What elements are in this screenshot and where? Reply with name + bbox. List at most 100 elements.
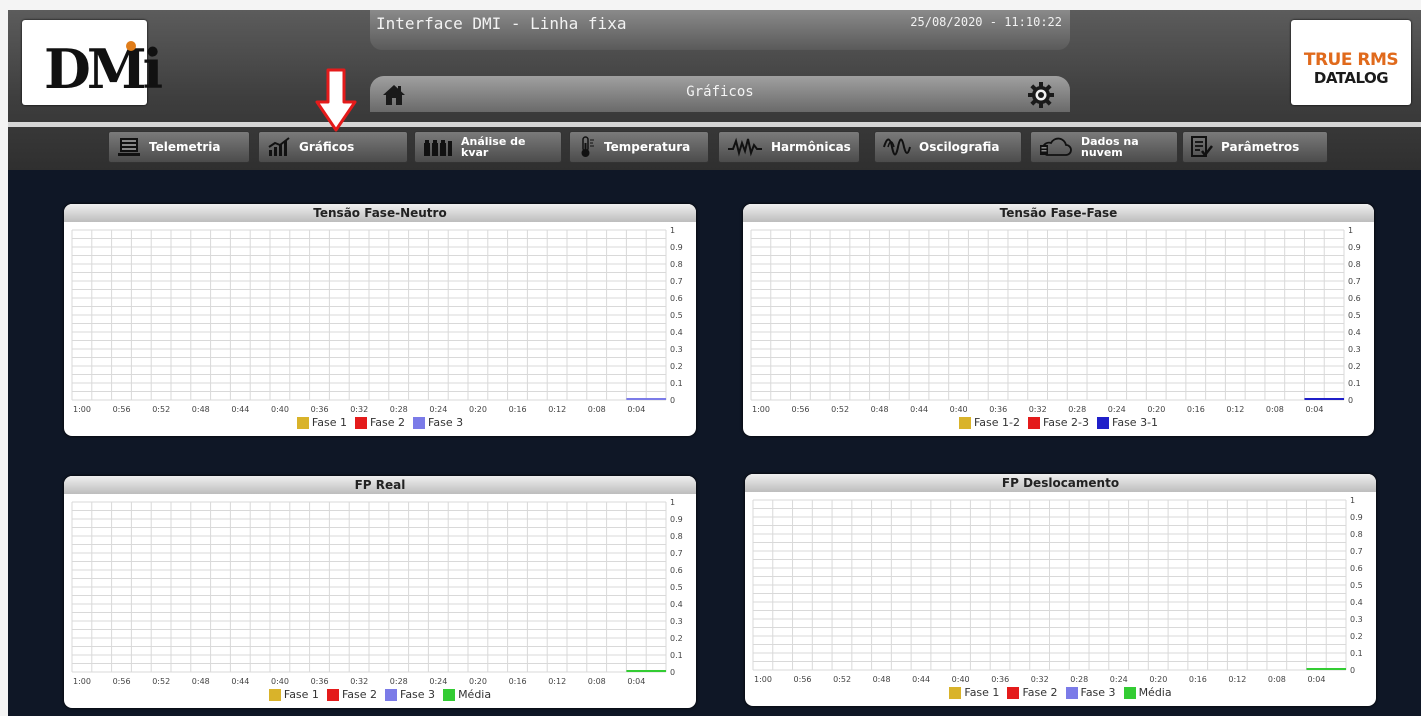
x-tick-label: 1:00	[73, 405, 91, 414]
x-tick-label: 0:28	[390, 405, 408, 414]
legend-swatch	[1007, 686, 1020, 699]
legend-item[interactable]: Média	[443, 688, 491, 701]
x-tick-label: 0:20	[469, 405, 487, 414]
legend-label: Fase 1	[311, 416, 347, 429]
y-tick-label: 0.8	[670, 260, 683, 269]
x-tick-label: 1:00	[73, 677, 91, 686]
chart-plot: 1 0.9 0.8 0.7 0.6 0.5 0.4 0.3 0.2 0.1 0 1:00 0:56 0:5…	[750, 226, 1361, 414]
chart-plot: 1 0.9 0.8 0.7 0.6 0.5 0.4 0.3 0.2 0.1 0 1:00 0:56 0:5…	[752, 496, 1363, 684]
oscillography-wave-icon	[883, 138, 911, 156]
x-tick-label: 0:56	[792, 405, 810, 414]
y-tick-label: 0.7	[1350, 547, 1363, 556]
harmonic-wave-icon	[728, 137, 762, 157]
x-tick-label: 0:52	[152, 677, 170, 686]
nav-dados-nuvem-button[interactable]: Dados na nuvem	[1030, 131, 1178, 163]
x-tick-label: 0:32	[1029, 405, 1047, 414]
down-arrow-indicator-icon	[315, 68, 357, 132]
nav-label: Parâmetros	[1221, 140, 1300, 154]
y-tick-label: 0	[1348, 396, 1353, 405]
y-tick-label: 0.8	[670, 532, 683, 541]
server-rack-icon	[118, 138, 140, 156]
y-tick-label: 0.7	[1348, 277, 1361, 286]
legend-swatch	[354, 416, 367, 429]
legend-label: Fase 3	[428, 416, 464, 429]
legend-item[interactable]: Fase 3-1	[1097, 416, 1158, 429]
page-title-bar: Gráficos	[370, 76, 1070, 112]
x-tick-label: 0:56	[113, 405, 131, 414]
legend-item[interactable]: Fase 2	[354, 416, 405, 429]
x-tick-label: 0:04	[627, 677, 645, 686]
legend-item[interactable]: Fase 1	[949, 686, 999, 699]
y-tick-label: 0.8	[1348, 260, 1361, 269]
chart-legend: Fase 1 Fase 2 Fase 3	[64, 416, 696, 429]
app-title: Interface DMI - Linha fixa	[376, 14, 627, 33]
x-tick-label: 0:40	[271, 405, 289, 414]
y-tick-label: 0.6	[670, 294, 683, 303]
y-tick-label: 0.5	[670, 311, 683, 320]
legend-item[interactable]: Fase 3	[385, 688, 435, 701]
nav-label: Oscilografia	[919, 140, 1000, 154]
legend-item[interactable]: Fase 2-3	[1027, 416, 1089, 429]
nav-harmonicas-button[interactable]: Harmônicas	[718, 131, 860, 163]
legend-label: Fase 1-2	[973, 416, 1020, 429]
legend-item[interactable]: Fase 1	[268, 688, 319, 701]
legend-label: Fase 2	[1022, 686, 1058, 699]
y-tick-label: 0.8	[1350, 530, 1363, 539]
y-tick-label: 1	[1348, 226, 1353, 235]
nav-label: Gráficos	[299, 140, 355, 154]
nav-telemetria-button[interactable]: Telemetria	[108, 131, 250, 163]
nav-graficos-button[interactable]: Gráficos	[258, 131, 408, 163]
y-tick-label: 0.9	[670, 243, 683, 252]
x-tick-label: 0:04	[627, 405, 645, 414]
chart-fp-real: FP Real 1 0.9 0.8 0.7 0.6 0.5 0.4 0.3 0.2 0.1 0 1:0…	[64, 476, 696, 708]
y-tick-label: 0.6	[670, 566, 683, 575]
nav-analise-kvar-button[interactable]: Análise de kvar	[414, 131, 562, 163]
nav-parametros-button[interactable]: Parâmetros	[1182, 131, 1328, 163]
x-tick-label: 0:44	[231, 677, 249, 686]
y-tick-label: 0.7	[670, 277, 683, 286]
y-tick-label: 0	[670, 668, 675, 677]
x-tick-label: 0:52	[152, 405, 170, 414]
legend-item[interactable]: Média	[1123, 686, 1172, 699]
legend-item[interactable]: Fase 1	[296, 416, 347, 429]
y-tick-label: 0.3	[1348, 345, 1361, 354]
legend-swatch	[443, 688, 456, 701]
y-tick-label: 0.7	[670, 549, 683, 558]
page-title: Gráficos	[686, 84, 754, 100]
x-tick-label: 0:48	[871, 405, 889, 414]
legend-item[interactable]: Fase 2	[1007, 686, 1058, 699]
x-tick-label: 0:40	[271, 677, 289, 686]
header: DMi Interface DMI - Linha fixa 25/08/202…	[8, 10, 1421, 170]
thermometer-icon	[581, 136, 594, 157]
legend-item[interactable]: Fase 2	[326, 688, 377, 701]
nav-temperatura-button[interactable]: Temperatura	[569, 131, 709, 163]
legend-label: Fase 3-1	[1112, 416, 1159, 429]
y-tick-label: 1	[670, 226, 675, 235]
y-tick-label: 0.9	[670, 515, 683, 524]
x-tick-label: 0:40	[952, 675, 970, 684]
legend-swatch	[268, 688, 281, 701]
nav-label: Dados na nuvem	[1081, 135, 1139, 159]
legend-item[interactable]: Fase 1-2	[958, 416, 1020, 429]
app-window: DMi Interface DMI - Linha fixa 25/08/202…	[8, 10, 1421, 716]
nav-oscilografia-button[interactable]: Oscilografia	[874, 131, 1022, 163]
chart-tensao-fase-fase: Tensão Fase-Fase 1 0.9 0.8 0.7 0.6 0.5 0.4 0.3 0…	[743, 204, 1374, 436]
x-tick-label: 0:36	[311, 405, 329, 414]
x-tick-label: 0:48	[873, 675, 891, 684]
legend-item[interactable]: Fase 3	[1065, 686, 1116, 699]
x-tick-label: 0:32	[1031, 675, 1049, 684]
y-tick-label: 0	[670, 396, 675, 405]
legend-item[interactable]: Fase 3	[413, 416, 463, 429]
x-tick-label: 0:52	[831, 405, 849, 414]
x-tick-label: 0:12	[548, 405, 566, 414]
x-tick-label: 0:16	[509, 677, 527, 686]
nav-label: Harmônicas	[771, 140, 851, 154]
title-bar: Interface DMI - Linha fixa 25/08/2020 - …	[370, 10, 1070, 50]
cloud-data-icon	[1040, 137, 1072, 156]
x-tick-label: 0:04	[1307, 675, 1325, 684]
x-tick-label: 0:16	[1189, 675, 1207, 684]
legend-label: Fase 1	[964, 686, 1000, 699]
capacitor-bank-icon	[424, 140, 452, 156]
x-tick-label: 0:16	[509, 405, 527, 414]
gear-icon[interactable]	[1028, 82, 1054, 108]
